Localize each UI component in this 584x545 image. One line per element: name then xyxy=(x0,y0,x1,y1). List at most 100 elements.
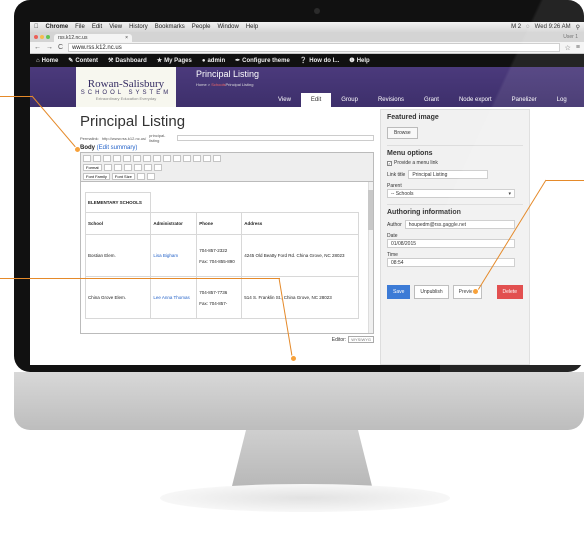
link-button[interactable] xyxy=(173,155,181,162)
editor-area[interactable]: ELEMENTARY SCHOOLS School Administrator … xyxy=(80,182,374,334)
cell-admin-link[interactable]: Lee Anna Thomas xyxy=(150,276,198,319)
save-button[interactable]: Save xyxy=(387,285,411,299)
bg-color-button[interactable] xyxy=(113,164,122,171)
forward-icon[interactable]: → xyxy=(46,44,53,51)
admin-user[interactable]: ● admin xyxy=(202,58,225,64)
breadcrumb: Home > SchoolsPrincipal Listing xyxy=(196,82,254,87)
align-left-button[interactable] xyxy=(143,155,151,162)
back-icon[interactable]: ← xyxy=(34,44,41,51)
minimize-window-icon[interactable] xyxy=(40,35,44,39)
crumb-schools[interactable]: Schools xyxy=(211,82,225,87)
permalink-field[interactable] xyxy=(177,135,374,141)
site-logo[interactable]: Rowan-Salisbury SCHOOL SYSTEM Extraordin… xyxy=(76,67,176,107)
fullscreen-button[interactable] xyxy=(213,155,221,162)
wifi-icon[interactable]: ◌ xyxy=(526,24,530,31)
cell-address: 4245 Old Beatty Ford Rd. China Grove, NC… xyxy=(241,234,359,277)
outdent-button[interactable] xyxy=(133,155,141,162)
scroll-thumb[interactable] xyxy=(368,190,373,230)
admin-my-pages[interactable]: ★ My Pages xyxy=(157,57,192,65)
text-color-button[interactable] xyxy=(103,164,112,171)
tab-strip: rss.k12.nc.us × User 1 xyxy=(30,32,584,42)
link-title-label: Link title xyxy=(387,171,406,178)
toolbar-row-2: Format xyxy=(83,164,371,171)
browse-button[interactable]: Browse xyxy=(387,127,418,139)
paste-text-button[interactable] xyxy=(133,164,142,171)
apple-icon[interactable]:  xyxy=(34,24,39,30)
menu-app[interactable]: Chrome xyxy=(46,24,69,30)
unpublish-button[interactable]: Unpublish xyxy=(414,285,449,299)
strike-button[interactable] xyxy=(103,155,111,162)
font-size-select[interactable]: Font Size xyxy=(111,173,135,180)
permalink-value[interactable]: principal-listing xyxy=(149,133,174,143)
search-icon[interactable]: ⚲ xyxy=(576,24,580,31)
tab-view[interactable]: View xyxy=(268,93,301,107)
status-m[interactable]: M 2 xyxy=(511,24,521,31)
admin-content[interactable]: ✎ Content xyxy=(68,57,98,65)
editor-status: Editor: WYSIWYG xyxy=(80,336,374,343)
edit-summary-link[interactable]: (Edit summary) xyxy=(97,145,138,151)
redo-button[interactable] xyxy=(153,164,162,171)
format-select[interactable]: Format xyxy=(83,164,102,171)
editor-select[interactable]: WYSIWYG xyxy=(348,336,374,343)
menu-history[interactable]: History xyxy=(129,24,148,30)
tab-revisions[interactable]: Revisions xyxy=(368,93,414,107)
font-family-select[interactable]: Font Family xyxy=(83,173,110,180)
italic-button[interactable] xyxy=(93,155,101,162)
page-title[interactable]: Principal Listing xyxy=(80,113,374,130)
star-icon[interactable]: ☆ xyxy=(565,44,571,52)
checkbox-checked-icon[interactable]: ✓ xyxy=(387,160,392,166)
cell-admin-link[interactable]: Lisa Bigham xyxy=(150,234,198,277)
menu-icon[interactable]: ≡ xyxy=(576,44,580,51)
menu-link-checkbox-row[interactable]: ✓ Provide a menu link xyxy=(387,160,523,166)
tab-grant[interactable]: Grant xyxy=(414,93,449,107)
tab-edit[interactable]: Edit xyxy=(300,93,332,107)
number-list-button[interactable] xyxy=(123,155,131,162)
permalink-base: http://www.rss.k12.nc.us/ xyxy=(101,135,147,141)
browser-user[interactable]: User 1 xyxy=(563,34,584,40)
editor-scrollbar[interactable] xyxy=(368,182,373,333)
image-button[interactable] xyxy=(193,155,201,162)
tab-log[interactable]: Log xyxy=(547,93,577,107)
table-caption: ELEMENTARY SCHOOLS xyxy=(84,192,152,213)
clock[interactable]: Wed 9:26 AM xyxy=(535,24,571,31)
browser-tab[interactable]: rss.k12.nc.us × xyxy=(54,34,132,42)
menu-file[interactable]: File xyxy=(75,24,85,30)
paste-button[interactable] xyxy=(123,164,132,171)
admin-help[interactable]: ❶ Help xyxy=(349,57,370,65)
bullet-list-button[interactable] xyxy=(113,155,121,162)
align-right-button[interactable] xyxy=(163,155,171,162)
hr-button[interactable] xyxy=(136,173,145,180)
align-center-button[interactable] xyxy=(153,155,161,162)
col-address: Address xyxy=(241,212,359,235)
menu-view[interactable]: View xyxy=(109,24,122,30)
menu-help[interactable]: Help xyxy=(246,24,258,30)
phone-value: 704-857-2322 xyxy=(199,247,228,253)
tab-panelizer[interactable]: Panelizer xyxy=(502,93,547,107)
empty-cell xyxy=(197,193,242,213)
unlink-button[interactable] xyxy=(183,155,191,162)
menu-window[interactable]: Window xyxy=(217,24,238,30)
admin-how-do-i[interactable]: ❔ How do I... xyxy=(300,57,339,65)
close-tab-icon[interactable]: × xyxy=(125,35,128,41)
callout-line xyxy=(0,96,32,97)
admin-dashboard[interactable]: ⚒ Dashboard xyxy=(108,57,147,65)
admin-help-label: Help xyxy=(356,57,370,64)
zoom-window-icon[interactable] xyxy=(46,35,50,39)
reload-icon[interactable]: C xyxy=(58,44,63,51)
menu-bookmarks[interactable]: Bookmarks xyxy=(155,24,185,30)
menu-people[interactable]: People xyxy=(192,24,211,30)
crumb-home[interactable]: Home xyxy=(196,82,207,87)
special-char-button[interactable] xyxy=(146,173,155,180)
url-field[interactable]: www.rss.k12.nc.us xyxy=(68,43,560,52)
admin-home-label: Home xyxy=(41,57,59,64)
table-caption-row: ELEMENTARY SCHOOLS xyxy=(84,192,359,213)
undo-button[interactable] xyxy=(143,164,152,171)
admin-configure-theme[interactable]: ✒ Configure theme xyxy=(235,57,290,65)
admin-home[interactable]: ⌂ Home xyxy=(36,58,58,64)
table-button[interactable] xyxy=(203,155,211,162)
menu-edit[interactable]: Edit xyxy=(92,24,102,30)
callout-line xyxy=(546,180,584,181)
close-window-icon[interactable] xyxy=(34,35,38,39)
tab-node-export[interactable]: Node export xyxy=(449,93,502,107)
tab-group[interactable]: Group xyxy=(331,93,368,107)
